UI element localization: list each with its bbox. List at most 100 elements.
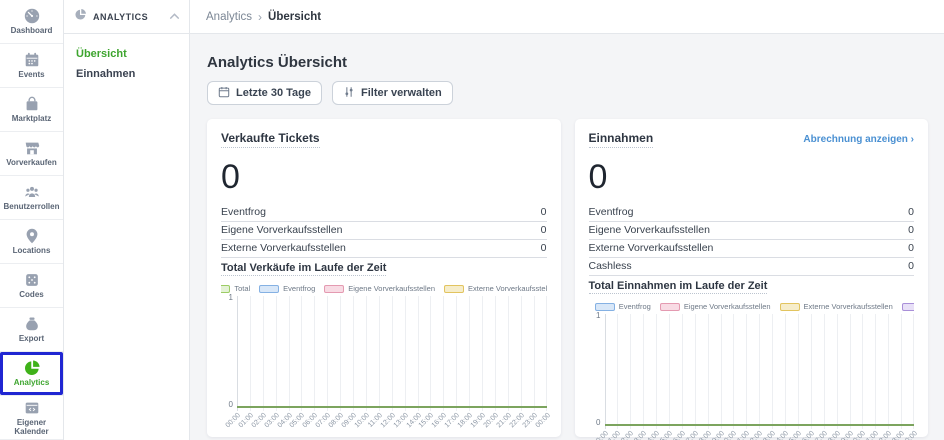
stat-row: Eigene Vorverkaufsstellen 0 <box>589 222 915 240</box>
chart-legend: Total Eventfrog Eigene Vorverkaufsstellen E… <box>221 284 547 293</box>
pie-chart-icon <box>74 8 87 26</box>
chart-plot-area <box>237 296 547 408</box>
stat-row: Cashless 0 <box>589 258 915 276</box>
gridline <box>430 296 431 411</box>
subnav-header: ANALYTICS <box>64 0 189 34</box>
page-title: Analytics Übersicht <box>207 54 928 71</box>
legend-item: Total <box>221 284 250 293</box>
breadcrumb-current: Übersicht <box>268 11 321 23</box>
main-area: Analytics › Übersicht Analytics Übersich… <box>190 0 944 440</box>
subnav-item-uebersicht[interactable]: Übersicht <box>64 44 189 64</box>
x-tick-label: 00:00 <box>583 430 609 440</box>
gridline <box>785 314 786 429</box>
gridline <box>469 296 470 411</box>
gridline <box>656 314 657 429</box>
embed-window-icon <box>23 399 41 417</box>
gridline <box>250 296 251 411</box>
legend-label: Eventfrog <box>619 302 651 311</box>
sidebar-item-marktplatz[interactable]: Marktplatz <box>0 88 63 132</box>
legend-label: Eigene Vorverkaufsstellen <box>348 284 435 293</box>
gridline <box>482 296 483 411</box>
legend-label: Eventfrog <box>283 284 315 293</box>
legend-label: Externe Vorverkaufsstellen <box>468 284 547 293</box>
y-axis-min: 0 <box>223 400 233 409</box>
gridline <box>237 296 238 411</box>
users-icon <box>23 183 41 201</box>
x-axis-labels: 00:0001:0002:0003:0004:0005:0006:0007:00… <box>237 408 547 435</box>
gridline <box>289 296 290 411</box>
subnav-items: Übersicht Einnahmen <box>64 34 189 84</box>
legend-label: Total <box>234 284 250 293</box>
gridline <box>508 296 509 411</box>
chart-legend: TotalEventfrogEigene VorverkaufsstellenE… <box>589 302 915 311</box>
gridline <box>495 296 496 411</box>
revenue-chart: Total Einnahmen im Laufe der Zeit TotalE… <box>589 276 915 440</box>
gridline <box>314 296 315 411</box>
toolbar: Letzte 30 Tage Filter verwalten <box>207 81 928 105</box>
breadcrumb-parent[interactable]: Analytics <box>206 11 252 23</box>
map-pin-icon <box>23 227 41 245</box>
gridline <box>643 314 644 429</box>
sidebar-item-eigener-kalender[interactable]: Eigener Kalender <box>0 396 63 440</box>
sidebar-item-events[interactable]: Events <box>0 44 63 88</box>
sidebar-item-locations[interactable]: Locations <box>0 220 63 264</box>
sidebar-item-vorverkaufen[interactable]: Vorverkaufen <box>0 132 63 176</box>
money-sack-icon <box>23 315 41 333</box>
gridline <box>733 314 734 429</box>
gridline <box>721 314 722 429</box>
subnav-title: ANALYTICS <box>93 12 162 22</box>
gridline <box>534 296 535 411</box>
gridline <box>888 314 889 429</box>
card-title: Einnahmen <box>589 131 654 148</box>
tickets-total: 0 <box>221 160 547 194</box>
legend-swatch <box>595 303 615 311</box>
legend-label: Externe Vorverkaufsstellen <box>804 302 893 311</box>
gridline <box>901 314 902 429</box>
gridline <box>443 296 444 411</box>
subnav-item-einnahmen[interactable]: Einnahmen <box>64 64 189 84</box>
gridline <box>456 296 457 411</box>
stat-row: Eventfrog 0 <box>221 204 547 222</box>
legend-item: Eigene Vorverkaufsstellen <box>660 302 771 311</box>
chevron-up-icon[interactable] <box>168 10 181 23</box>
legend-item: Eigene Vorverkaufsstellen <box>324 284 435 293</box>
filter-button[interactable]: Filter verwalten <box>332 81 453 105</box>
sidebar-item-codes[interactable]: Codes <box>0 264 63 308</box>
calendar-icon <box>23 51 41 69</box>
legend-swatch <box>259 285 279 293</box>
left-icon-rail: Dashboard Events Marktplatz Vorverkaufen… <box>0 0 64 440</box>
gridline <box>913 314 914 429</box>
sidebar-item-benutzerrollen[interactable]: Benutzerrollen <box>0 176 63 220</box>
legend-swatch <box>324 285 344 293</box>
gridline <box>301 296 302 411</box>
date-range-button[interactable]: Letzte 30 Tage <box>207 81 322 105</box>
gridline <box>366 296 367 411</box>
gridline <box>617 314 618 429</box>
revenue-card: Einnahmen Abrechnung anzeigen › 0 Eventf… <box>575 119 929 437</box>
gridline <box>353 296 354 411</box>
legend-swatch <box>660 303 680 311</box>
content-region: Analytics Übersicht Letzte 30 Tage Filte… <box>190 34 944 440</box>
legend-swatch <box>444 285 464 293</box>
gridline <box>418 296 419 411</box>
card-title: Verkaufte Tickets <box>221 131 320 148</box>
gridline <box>824 314 825 429</box>
shopping-bag-icon <box>23 95 41 113</box>
dice-icon <box>23 271 41 289</box>
legend-item: Cashless <box>902 302 914 311</box>
gridline <box>759 314 760 429</box>
gridline <box>327 296 328 411</box>
tickets-chart: Total Verkäufe im Laufe der Zeit TotalEv… <box>221 258 547 437</box>
y-axis-max: 1 <box>223 293 233 302</box>
sidebar-item-analytics[interactable]: Analytics <box>0 352 63 396</box>
gridline <box>669 314 670 429</box>
gridline <box>811 314 812 429</box>
sidebar-item-export[interactable]: Export <box>0 308 63 352</box>
show-billing-link[interactable]: Abrechnung anzeigen › <box>803 134 914 145</box>
legend-label: Eigene Vorverkaufsstellen <box>684 302 771 311</box>
gridline <box>546 296 547 411</box>
sidebar-item-dashboard[interactable]: Dashboard <box>0 0 63 44</box>
gridline <box>850 314 851 429</box>
legend-item: Eventfrog <box>259 284 315 293</box>
stat-row: Externe Vorverkaufsstellen 0 <box>589 240 915 258</box>
